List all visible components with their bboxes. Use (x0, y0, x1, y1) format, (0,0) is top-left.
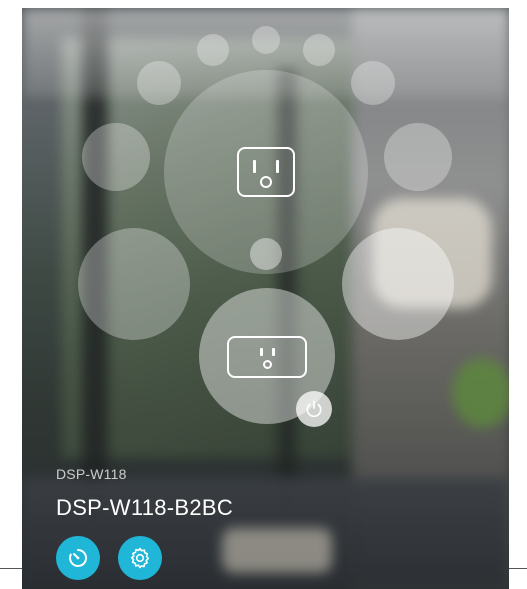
connector-dot (250, 238, 282, 270)
device-slot-bubble[interactable] (384, 123, 452, 191)
indicator-dot (351, 61, 395, 105)
background-plant (452, 358, 509, 428)
outlet-slot (253, 160, 256, 173)
power-icon (306, 400, 322, 418)
background-pillow (222, 528, 332, 573)
outlet-ground-hole (260, 176, 272, 188)
indicator-dot (252, 26, 280, 54)
device-slot-bubble[interactable] (82, 123, 150, 191)
device-slot-bubble[interactable] (342, 228, 454, 340)
outlet-slot (260, 348, 263, 356)
schedule-button[interactable] (56, 536, 100, 580)
divider-line (0, 568, 22, 569)
indicator-dot (303, 34, 335, 66)
device-model-label: DSP-W118 (56, 466, 127, 482)
outlet-slot (272, 348, 275, 356)
settings-button[interactable] (118, 536, 162, 580)
outlet-icon (237, 147, 295, 197)
gear-icon (130, 547, 150, 569)
device-name: DSP-W118-B2BC (56, 495, 234, 520)
device-slot-bubble[interactable] (78, 228, 190, 340)
indicator-dot (197, 34, 229, 66)
outlet-icon (227, 336, 307, 378)
outlet-ground-hole (263, 360, 272, 369)
divider-line (509, 568, 527, 569)
indicator-dot (137, 61, 181, 105)
timer-icon (69, 548, 87, 567)
outlet-slot (276, 160, 279, 173)
power-button[interactable] (296, 391, 332, 427)
app-screen: DSP-W118 DSP-W118-B2BC (22, 8, 509, 589)
